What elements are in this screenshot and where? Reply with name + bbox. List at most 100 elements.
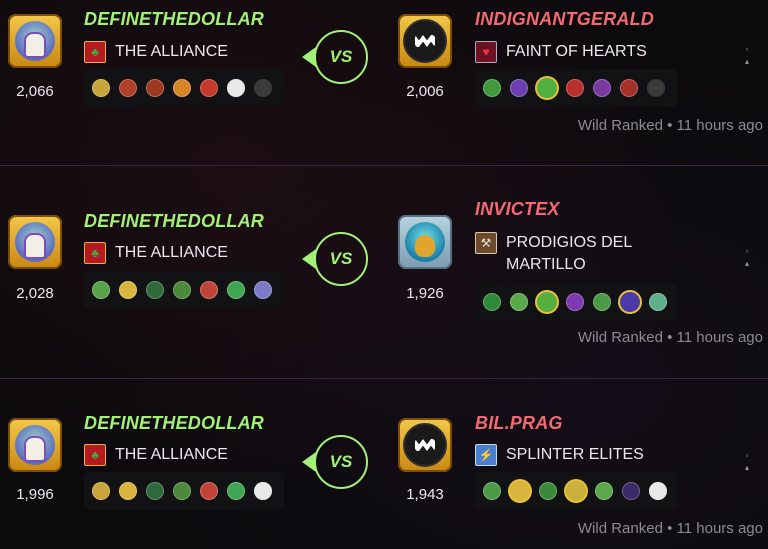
- opponent-avatar[interactable]: [398, 418, 452, 472]
- team-card[interactable]: [146, 79, 164, 97]
- empty-card-slot: [647, 79, 665, 97]
- opponent-name[interactable]: INDIGNANTGERALD: [475, 9, 654, 30]
- opponent-rating: 1,943: [406, 486, 444, 503]
- player-name[interactable]: DEFINETHEDOLLAR: [84, 211, 264, 232]
- player-team[interactable]: [84, 69, 284, 107]
- guild-banner-icon: ♣: [84, 444, 106, 466]
- team-card[interactable]: [649, 293, 667, 311]
- team-card[interactable]: [537, 292, 557, 312]
- meta-separator: •: [667, 520, 673, 537]
- wizard-avatar-icon: [15, 21, 55, 61]
- empty-card-slot: [254, 79, 272, 97]
- opponent-guild[interactable]: ♥ FAINT OF HEARTS: [475, 41, 647, 63]
- team-card[interactable]: [622, 482, 640, 500]
- opponent-rating: 2,006: [406, 83, 444, 100]
- team-card[interactable]: [593, 79, 611, 97]
- team-card[interactable]: [649, 482, 667, 500]
- battle-menu-icon[interactable]: ▫ ▴: [742, 246, 752, 270]
- team-card[interactable]: [483, 293, 501, 311]
- team-card[interactable]: [92, 79, 110, 97]
- meta-separator: •: [667, 329, 673, 346]
- battle-format: Wild Ranked: [577, 329, 663, 346]
- team-card[interactable]: [595, 482, 613, 500]
- lightning-guild-icon: ⚡: [475, 444, 497, 466]
- team-card[interactable]: [146, 281, 164, 299]
- team-card[interactable]: [173, 281, 191, 299]
- guild-name: THE ALLIANCE: [115, 43, 228, 60]
- battle-meta: Wild Ranked • 11 hours ago: [578, 117, 763, 134]
- team-card[interactable]: [227, 281, 245, 299]
- team-card[interactable]: [566, 481, 586, 501]
- team-card[interactable]: [146, 482, 164, 500]
- battle-row[interactable]: 1,996 DEFINETHEDOLLAR ♣ THE ALLIANCE VS …: [0, 379, 768, 549]
- team-card[interactable]: [173, 79, 191, 97]
- player-name[interactable]: DEFINETHEDOLLAR: [84, 9, 264, 30]
- vs-badge: VS: [314, 232, 368, 286]
- battle-time: 11 hours ago: [676, 117, 763, 134]
- player-team[interactable]: [84, 271, 284, 309]
- team-card[interactable]: [200, 281, 218, 299]
- team-card[interactable]: [483, 79, 501, 97]
- team-card[interactable]: [510, 79, 528, 97]
- team-card[interactable]: [510, 293, 528, 311]
- player-team[interactable]: [84, 472, 284, 510]
- opponent-avatar[interactable]: [398, 215, 452, 269]
- opponent-rating: 1,926: [406, 285, 444, 302]
- team-card[interactable]: [483, 482, 501, 500]
- opponent-guild[interactable]: ⚒ PRODIGIOS DEL MARTILLO: [475, 232, 646, 276]
- team-card[interactable]: [620, 292, 640, 312]
- battle-row[interactable]: 2,028 DEFINETHEDOLLAR ♣ THE ALLIANCE VS …: [0, 166, 768, 378]
- guild-name: THE ALLIANCE: [115, 446, 228, 463]
- player-rating: 2,028: [16, 285, 54, 302]
- battle-meta: Wild Ranked • 11 hours ago: [578, 520, 763, 537]
- guild-name: PRODIGIOS DEL MARTILLO: [506, 234, 632, 273]
- player-guild[interactable]: ♣ THE ALLIANCE: [84, 41, 228, 63]
- team-card[interactable]: [539, 482, 557, 500]
- player-rating: 2,066: [16, 83, 54, 100]
- meta-separator: •: [667, 117, 673, 134]
- team-card[interactable]: [227, 482, 245, 500]
- opponent-team[interactable]: [475, 283, 677, 321]
- battle-format: Wild Ranked: [577, 520, 663, 537]
- guild-name: FAINT OF HEARTS: [506, 43, 647, 60]
- team-card[interactable]: [593, 293, 611, 311]
- player-name[interactable]: DEFINETHEDOLLAR: [84, 413, 264, 434]
- opponent-guild[interactable]: ⚡ SPLINTER ELITES: [475, 444, 644, 466]
- battle-menu-icon[interactable]: ▫ ▴: [742, 44, 752, 68]
- team-card[interactable]: [254, 281, 272, 299]
- team-card[interactable]: [173, 482, 191, 500]
- team-card[interactable]: [119, 79, 137, 97]
- vs-badge: VS: [314, 435, 368, 489]
- guild-name: THE ALLIANCE: [115, 244, 228, 261]
- team-card[interactable]: [227, 79, 245, 97]
- battle-menu-icon[interactable]: ▫ ▴: [742, 450, 752, 474]
- opponent-team[interactable]: [475, 69, 677, 107]
- team-card[interactable]: [566, 293, 584, 311]
- team-card[interactable]: [119, 482, 137, 500]
- opponent-name[interactable]: INVICTEX: [475, 199, 560, 220]
- guild-banner-icon: ♣: [84, 41, 106, 63]
- team-card[interactable]: [537, 78, 557, 98]
- hammer-guild-icon: ⚒: [475, 232, 497, 254]
- team-card[interactable]: [510, 481, 530, 501]
- team-card[interactable]: [200, 79, 218, 97]
- team-card[interactable]: [92, 482, 110, 500]
- player-guild[interactable]: ♣ THE ALLIANCE: [84, 242, 228, 264]
- monster-avatar-icon: [403, 19, 447, 63]
- dragon-avatar-icon: [405, 222, 445, 262]
- player-avatar[interactable]: [8, 14, 62, 68]
- player-avatar[interactable]: [8, 418, 62, 472]
- team-card[interactable]: [254, 482, 272, 500]
- opponent-name[interactable]: BIL.PRAG: [475, 413, 563, 434]
- player-avatar[interactable]: [8, 215, 62, 269]
- team-card[interactable]: [92, 281, 110, 299]
- team-card[interactable]: [119, 281, 137, 299]
- opponent-avatar[interactable]: [398, 14, 452, 68]
- player-guild[interactable]: ♣ THE ALLIANCE: [84, 444, 228, 466]
- guild-banner-icon: ♥: [475, 41, 497, 63]
- team-card[interactable]: [620, 79, 638, 97]
- team-card[interactable]: [566, 79, 584, 97]
- battle-row[interactable]: 2,066 DEFINETHEDOLLAR ♣ THE ALLIANCE VS …: [0, 0, 768, 165]
- opponent-team[interactable]: [475, 472, 677, 510]
- team-card[interactable]: [200, 482, 218, 500]
